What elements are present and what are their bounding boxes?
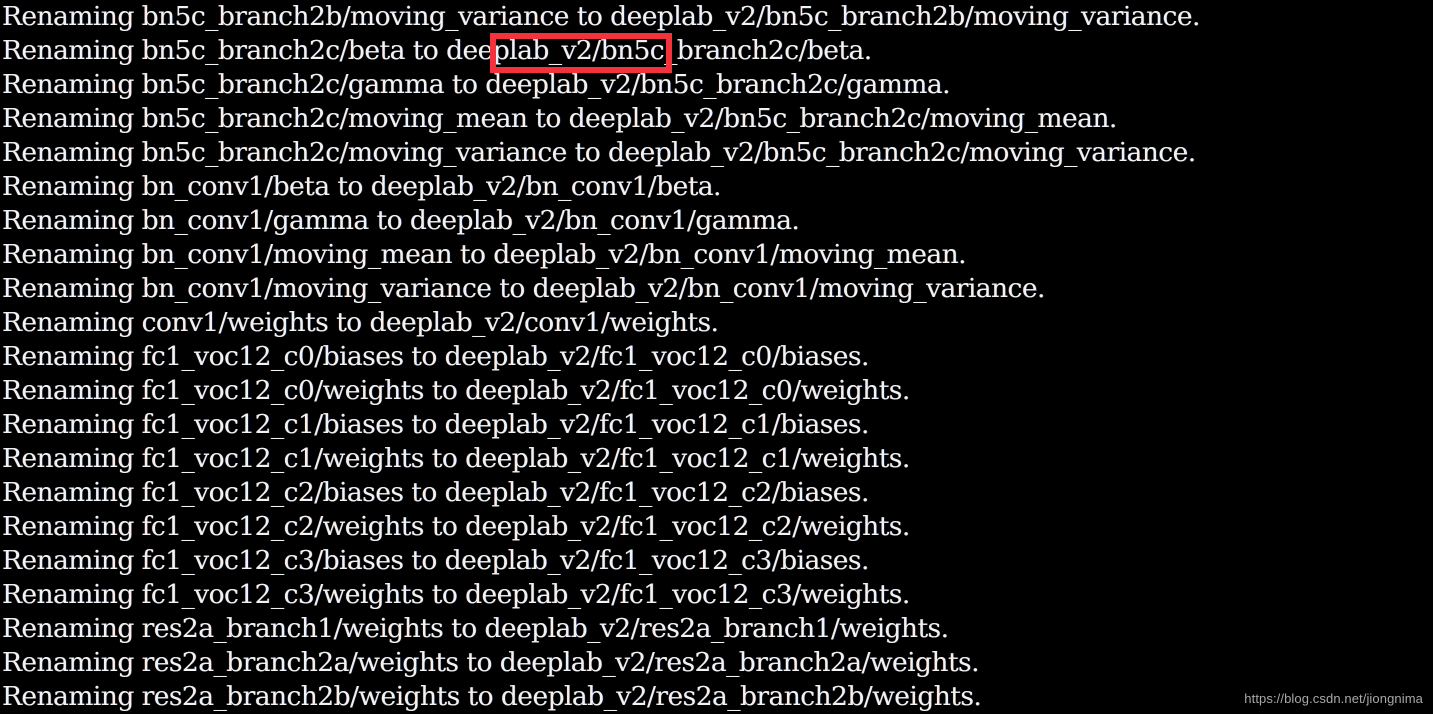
console-line: Renaming fc1_voc12_c0/weights to deeplab… <box>2 375 910 406</box>
console-line: Renaming conv1/weights to deeplab_v2/con… <box>2 307 719 338</box>
watermark-url: https://blog.csdn.net/jiongnima <box>1244 691 1423 706</box>
console-line: Renaming bn5c_branch2c/moving_mean to de… <box>2 103 1117 134</box>
console-line: Renaming fc1_voc12_c2/weights to deeplab… <box>2 511 910 542</box>
console-line: Renaming bn5c_branch2c/beta to deeplab_v… <box>2 35 872 66</box>
console-line: Renaming bn5c_branch2b/moving_variance t… <box>2 1 1200 32</box>
console-output-lines: Renaming bn5c_branch2b/moving_variance t… <box>2 0 1433 714</box>
console-line: Renaming bn_conv1/moving_variance to dee… <box>2 273 1045 304</box>
console-line: Renaming res2a_branch1/weights to deepla… <box>2 613 949 644</box>
console-line: Renaming bn_conv1/beta to deeplab_v2/bn_… <box>2 171 721 202</box>
console-line: Renaming fc1_voc12_c1/weights to deeplab… <box>2 443 910 474</box>
console-line: Renaming res2a_branch2b/weights to deepl… <box>2 681 982 712</box>
console-line: Renaming res2a_branch2a/weights to deepl… <box>2 647 980 678</box>
console-line: Renaming bn5c_branch2c/gamma to deeplab_… <box>2 69 951 100</box>
console-line: Renaming bn5c_branch2c/moving_variance t… <box>2 137 1196 168</box>
console-line: Renaming fc1_voc12_c1/biases to deeplab_… <box>2 409 869 440</box>
console-line: Renaming bn_conv1/gamma to deeplab_v2/bn… <box>2 205 800 236</box>
console-line: Renaming fc1_voc12_c3/biases to deeplab_… <box>2 545 869 576</box>
console-line: Renaming fc1_voc12_c0/biases to deeplab_… <box>2 341 869 372</box>
terminal-console[interactable]: Renaming bn5c_branch2b/moving_variance t… <box>0 0 1433 714</box>
console-line: Renaming fc1_voc12_c2/biases to deeplab_… <box>2 477 869 508</box>
console-line: Renaming bn_conv1/moving_mean to deeplab… <box>2 239 967 270</box>
console-line: Renaming fc1_voc12_c3/weights to deeplab… <box>2 579 910 610</box>
